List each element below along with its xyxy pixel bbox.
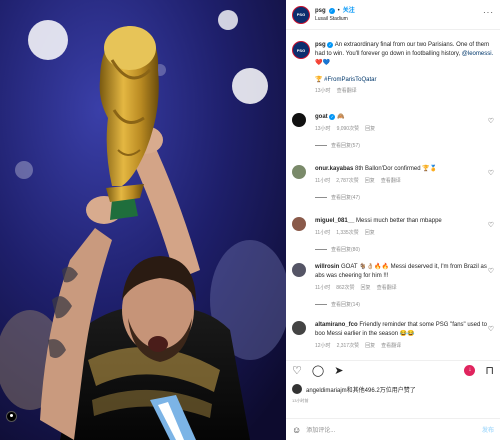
trophy-celebration-image (0, 0, 286, 440)
comment-item: willrosin GOAT 🐐👌🏼🔥🔥 Messi deserved it, … (292, 263, 494, 308)
likes-text[interactable]: angeldimariajm和其他496.2万位用户赞了 (306, 385, 416, 394)
caption-time: 13小时 (315, 88, 331, 94)
comment-heart-icon[interactable]: ♡ (488, 267, 494, 275)
comment-text: Messi much better than mbappe (356, 218, 442, 224)
comment-likes[interactable]: 862次赞 (336, 284, 354, 291)
comment-likes[interactable]: 9,090次赞 (337, 125, 360, 132)
commenter-avatar[interactable] (292, 165, 306, 179)
emoji-icon[interactable]: ☺ (292, 425, 301, 435)
bookmark-icon[interactable]: ⊓ (485, 364, 494, 377)
verified-icon: ✓ (327, 42, 334, 48)
reply-button[interactable]: 回复 (365, 342, 375, 349)
psg-avatar[interactable]: PSG (292, 5, 310, 24)
separator-dot: • (337, 7, 340, 14)
commenter-avatar[interactable] (292, 263, 306, 277)
comment-item: altamirano_fco Friendly reminder that so… (292, 321, 494, 349)
comments-list[interactable]: PSG psg ✓ An extraordinary final from ou… (286, 31, 500, 353)
comment-item: miguel_081__ Messi much better than mbap… (292, 217, 494, 253)
caption-translate-link[interactable]: 查看翻译 (337, 87, 357, 94)
translate-link[interactable]: 查看翻译 (381, 342, 401, 349)
caption: PSG psg ✓ An extraordinary final from ou… (292, 41, 494, 94)
more-icon[interactable]: ··· (483, 9, 494, 17)
liker-avatar[interactable] (292, 384, 302, 394)
commenter-username[interactable]: onur.kayabas (315, 166, 353, 172)
view-replies-button[interactable]: 查看回复(47) (315, 194, 494, 201)
commenter-username[interactable]: willrosin (315, 264, 339, 270)
caption-username[interactable]: psg (315, 42, 326, 48)
share-icon[interactable]: ➤ (334, 364, 343, 377)
translate-link[interactable]: 查看翻译 (381, 177, 401, 184)
post-header: PSG psg ✓ • 关注 Lusail Stadium ··· (286, 0, 500, 30)
mention-link[interactable]: @leomessi. (462, 51, 493, 57)
commenter-username[interactable]: altamirano_fco (315, 322, 358, 328)
commenter-username[interactable]: miguel_081__ (315, 218, 354, 224)
comment-icon[interactable]: ◯ (312, 364, 324, 377)
reply-button[interactable]: 回复 (365, 125, 375, 132)
commenter-avatar[interactable] (292, 321, 306, 335)
post-comment-button[interactable]: 发布 (482, 425, 494, 434)
post-photo[interactable] (0, 0, 286, 440)
comment-time: 11小时 (315, 285, 331, 291)
add-comment-bar: ☺ 添加评论... 发布 (286, 418, 500, 440)
instagram-post-view: PSG psg ✓ • 关注 Lusail Stadium ··· PSG ps… (0, 0, 500, 440)
hashtag-link[interactable]: #FromParisToQatar (324, 77, 376, 83)
comment-heart-icon[interactable]: ♡ (488, 325, 494, 333)
follow-button[interactable]: 关注 (343, 7, 355, 15)
comment-likes[interactable]: 2,787次赞 (336, 177, 359, 184)
translate-link[interactable]: 查看翻译 (377, 284, 397, 291)
location-link[interactable]: Lusail Stadium (315, 15, 355, 23)
comment-time: 11小时 (315, 230, 331, 236)
commenter-username[interactable]: goat (315, 114, 328, 120)
caption-text: psg ✓ An extraordinary final from our tw… (315, 42, 494, 83)
verified-icon: ✓ (329, 114, 336, 120)
comment-heart-icon[interactable]: ♡ (488, 169, 494, 177)
download-icon[interactable]: ↓ (464, 365, 476, 376)
comment-item: onur.kayabas 8th Ballon'Dor confirmed 🏆🏅… (292, 165, 494, 201)
reply-button[interactable]: 回复 (361, 284, 371, 291)
reply-button[interactable]: 回复 (365, 177, 375, 184)
comment-time: 11小时 (315, 178, 331, 184)
view-replies-button[interactable]: 查看回复(14) (315, 301, 494, 308)
commenter-avatar[interactable] (292, 113, 306, 127)
comment-time: 13小时 (315, 126, 331, 132)
comment-text: GOAT 🐐👌🏼🔥🔥 Messi deserved it, I'm from B… (315, 264, 487, 279)
header-username[interactable]: psg (315, 7, 326, 15)
comment-heart-icon[interactable]: ♡ (488, 221, 494, 229)
post-actions: ♡ ◯ ➤ ↓ ⊓ (286, 360, 500, 380)
comment-time: 12小时 (315, 343, 331, 349)
heart-icon[interactable]: ♡ (292, 364, 302, 377)
comment-likes[interactable]: 1,335次赞 (336, 229, 359, 236)
verified-icon: ✓ (328, 7, 335, 14)
comment-heart-icon[interactable]: ♡ (488, 117, 494, 125)
view-replies-button[interactable]: 查看回复(80) (315, 246, 494, 253)
trophy-emoji: 🏆 (315, 77, 323, 83)
caption-avatar[interactable]: PSG (292, 41, 310, 59)
comment-text: 🙈 (337, 114, 345, 120)
comment-item: goat ✓ 🙈 13小时 9,090次赞 回复 查看回复(57) ♡ (292, 113, 494, 149)
reply-button[interactable]: 回复 (365, 229, 375, 236)
comment-likes[interactable]: 2,317次赞 (337, 342, 360, 349)
likes-summary[interactable]: angeldimariajm和其他496.2万位用户赞了 (292, 384, 494, 394)
comment-text: 8th Ballon'Dor confirmed 🏆🏅 (355, 166, 438, 172)
post-side-panel: PSG psg ✓ • 关注 Lusail Stadium ··· PSG ps… (286, 0, 500, 440)
view-replies-button[interactable]: 查看回复(57) (315, 142, 494, 149)
tagged-users-icon[interactable] (6, 411, 17, 422)
post-time: 13小时前 (292, 398, 309, 403)
commenter-avatar[interactable] (292, 217, 306, 231)
comment-input[interactable]: 添加评论... (306, 425, 477, 434)
